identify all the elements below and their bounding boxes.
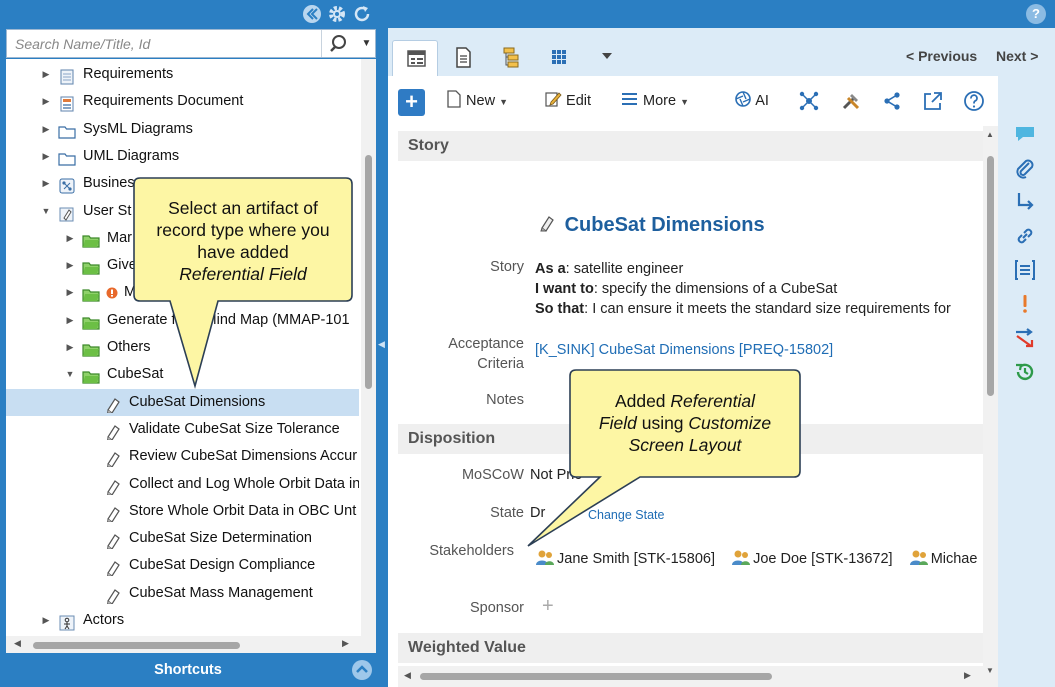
left-callout-text: Select an artifact of record type where …	[156, 198, 330, 284]
right-callout-text: Added Referential Field using Customize …	[598, 391, 772, 455]
callout-shapes	[133, 177, 801, 547]
